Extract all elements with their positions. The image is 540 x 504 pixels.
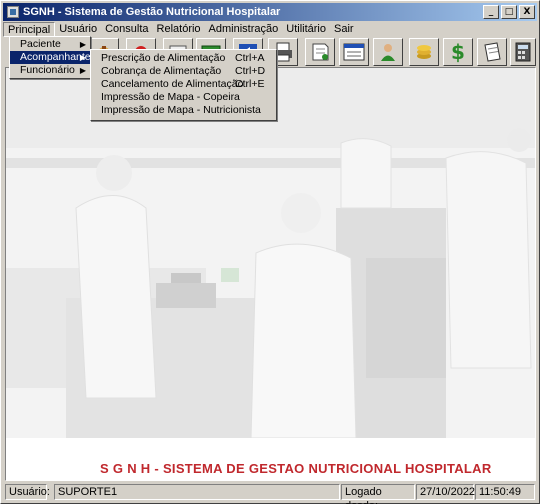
user-label: Usuário: bbox=[5, 484, 50, 500]
main-area: S G N H - SISTEMA DE GESTAO NUTRICIONAL … bbox=[5, 67, 536, 481]
menu-administracao[interactable]: Administração bbox=[205, 22, 283, 37]
menu-item-mapa-copeira[interactable]: Impressão de Mapa - Copeira bbox=[91, 91, 276, 104]
login-date: 27/10/2022 bbox=[416, 484, 475, 500]
user-icon[interactable] bbox=[373, 38, 403, 66]
user-value: SUPORTE1 bbox=[54, 484, 340, 500]
menu-item-funcionario[interactable]: Funcionário ▶ bbox=[10, 64, 90, 77]
main-window: SGNH - Sistema de Gestão Nutricional Hos… bbox=[0, 0, 540, 504]
menu-item-prescricao[interactable]: Prescrição de Alimentação Ctrl+A bbox=[91, 52, 276, 65]
status-bar: Usuário: SUPORTE1 Logado desde: 27/10/20… bbox=[3, 484, 537, 504]
document-icon[interactable] bbox=[477, 38, 507, 66]
menu-item-paciente[interactable]: Paciente ▶ bbox=[10, 38, 90, 51]
principal-menu: Paciente ▶ Acompanhante ▶ Funcionário ▶ bbox=[9, 36, 91, 79]
submenu-arrow-icon: ▶ bbox=[79, 53, 86, 62]
title-bar[interactable]: SGNH - Sistema de Gestão Nutricional Hos… bbox=[3, 3, 537, 21]
calculator-icon[interactable] bbox=[510, 38, 536, 66]
kitchen-background-image bbox=[6, 68, 535, 438]
window-title: SGNH - Sistema de Gestão Nutricional Hos… bbox=[23, 6, 281, 18]
dollar-icon[interactable]: $ bbox=[443, 38, 473, 66]
shortcut-label: Ctrl+A bbox=[235, 52, 265, 64]
note-icon[interactable] bbox=[305, 38, 335, 66]
menu-item-cancelamento[interactable]: Cancelamento de Alimentação Ctrl+E bbox=[91, 78, 276, 91]
coins-icon[interactable] bbox=[409, 38, 439, 66]
close-button[interactable]: X bbox=[519, 5, 535, 19]
menu-sair[interactable]: Sair bbox=[330, 22, 358, 37]
menu-item-mapa-nutricionista[interactable]: Impressão de Mapa - Nutricionista bbox=[91, 104, 276, 117]
menu-consulta[interactable]: Consulta bbox=[101, 22, 152, 37]
acompanhante-submenu: Prescrição de Alimentação Ctrl+A Cobranç… bbox=[90, 49, 277, 121]
menu-relatorio[interactable]: Relatório bbox=[153, 22, 205, 37]
login-label: Logado desde: bbox=[341, 484, 415, 504]
shortcut-label: Ctrl+D bbox=[235, 65, 266, 77]
menu-usuario[interactable]: Usuário bbox=[55, 22, 101, 37]
submenu-arrow-icon: ▶ bbox=[79, 40, 86, 49]
maximize-button[interactable]: □ bbox=[501, 5, 517, 19]
app-icon bbox=[7, 6, 19, 18]
menu-principal[interactable]: Principal bbox=[3, 22, 56, 37]
submenu-arrow-icon: ▶ bbox=[79, 66, 86, 75]
menu-item-cobranca[interactable]: Cobrança de Alimentação Ctrl+D bbox=[91, 65, 276, 78]
minimize-button[interactable]: _ bbox=[483, 5, 499, 19]
shortcut-label: Ctrl+E bbox=[235, 78, 265, 90]
form-icon[interactable] bbox=[339, 38, 369, 66]
menu-utilitario[interactable]: Utilitário bbox=[282, 22, 330, 37]
menu-item-acompanhante[interactable]: Acompanhante ▶ bbox=[10, 51, 91, 64]
banner-title: S G N H - SISTEMA DE GESTAO NUTRICIONAL … bbox=[100, 461, 492, 476]
login-time: 11:50:49 bbox=[475, 484, 535, 500]
